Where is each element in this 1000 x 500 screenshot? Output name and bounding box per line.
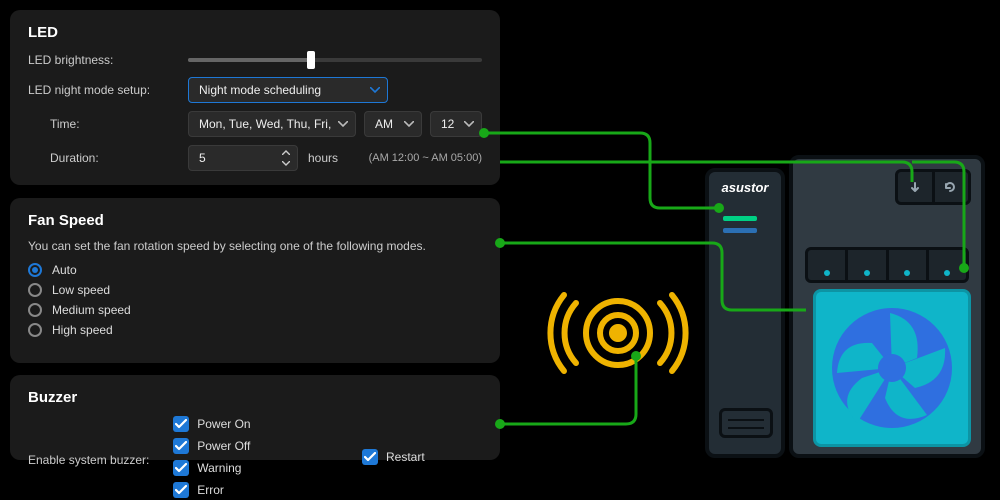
chevron-up-icon[interactable]: [279, 148, 293, 157]
fan-option-high-speed[interactable]: High speed: [28, 323, 482, 337]
fan-panel: Fan Speed You can set the fan rotation s…: [10, 198, 500, 363]
buzzer-enable-label: Enable system buzzer:: [28, 453, 173, 467]
buzzer-option-error[interactable]: Error: [173, 482, 293, 498]
fan-option-label: Low speed: [52, 283, 110, 297]
buzzer-option-power-on[interactable]: Power On: [173, 416, 293, 432]
led-brightness-slider[interactable]: [188, 51, 482, 69]
checkbox-icon: [173, 460, 189, 476]
chevron-down-icon: [464, 121, 474, 127]
fan-option-low-speed[interactable]: Low speed: [28, 283, 482, 297]
device-left-tower: asustor: [705, 168, 785, 458]
fan-option-medium-speed[interactable]: Medium speed: [28, 303, 482, 317]
led-panel: LED LED brightness: LED night mode setup…: [10, 10, 500, 185]
radio-icon: [28, 263, 42, 277]
led-nightmode-row: LED night mode setup: Night mode schedul…: [28, 77, 482, 103]
led-duration-label: Duration:: [28, 151, 188, 165]
buzzer-restart-wrap: Restart: [362, 449, 482, 471]
led-nightmode-label: LED night mode setup:: [28, 83, 188, 97]
led-brightness-label: LED brightness:: [28, 53, 188, 67]
device-led-blue: [723, 228, 757, 233]
device-fan: [813, 289, 971, 447]
fan-desc: You can set the fan rotation speed by se…: [28, 239, 482, 253]
ampm-value: AM: [375, 117, 393, 131]
buzzer-option-label: Power On: [197, 417, 250, 431]
buzzer-option-power-off[interactable]: Power Off: [173, 438, 293, 454]
days-value: Mon, Tue, Wed, Thu, Fri, Sat, Sun: [199, 117, 331, 131]
led-duration-row: Duration: 5 hours (AM 12:00 ~ AM 05:00): [28, 145, 482, 171]
device-vent: [719, 408, 773, 438]
device-top-buttons: [895, 169, 971, 205]
device-drive-bays: [805, 247, 969, 283]
led-time-label: Time:: [28, 117, 188, 131]
duration-stepper[interactable]: 5: [188, 145, 298, 171]
fan-title: Fan Speed: [28, 212, 482, 229]
radio-icon: [28, 283, 42, 297]
buzzer-option-label: Restart: [386, 450, 425, 464]
device-brand: asustor: [709, 180, 781, 195]
buzzer-title: Buzzer: [28, 389, 482, 406]
buzzer-option-restart[interactable]: Restart: [362, 449, 482, 465]
chevron-down-icon: [404, 121, 414, 127]
led-title: LED: [28, 24, 482, 41]
nas-device-illustration: asustor: [705, 155, 985, 465]
slider-fill: [188, 58, 311, 62]
duration-range: (AM 12:00 ~ AM 05:00): [369, 152, 482, 164]
led-brightness-row: LED brightness:: [28, 51, 482, 69]
chevron-down-icon[interactable]: [279, 159, 293, 168]
fan-option-auto[interactable]: Auto: [28, 263, 482, 277]
chevron-down-icon: [370, 87, 380, 93]
device-led-green: [723, 216, 757, 221]
fan-option-label: High speed: [52, 323, 113, 337]
duration-value: 5: [199, 151, 206, 165]
buzzer-option-label: Warning: [197, 461, 241, 475]
duration-unit: hours: [308, 151, 338, 165]
buzzer-panel: Buzzer Enable system buzzer: Power OnPow…: [10, 375, 500, 460]
night-mode-select[interactable]: Night mode scheduling: [188, 77, 388, 103]
device-right-tower: [789, 155, 985, 458]
checkbox-icon: [173, 438, 189, 454]
led-time-row: Time: Mon, Tue, Wed, Thu, Fri, Sat, Sun …: [28, 111, 482, 137]
fan-option-label: Medium speed: [52, 303, 131, 317]
buzzer-option-label: Power Off: [197, 439, 250, 453]
night-mode-value: Night mode scheduling: [199, 83, 321, 97]
ampm-select[interactable]: AM: [364, 111, 422, 137]
days-select[interactable]: Mon, Tue, Wed, Thu, Fri, Sat, Sun: [188, 111, 356, 137]
radio-icon: [28, 303, 42, 317]
checkbox-icon: [173, 482, 189, 498]
fan-option-label: Auto: [52, 263, 77, 277]
hour-select[interactable]: 12: [430, 111, 482, 137]
radio-icon: [28, 323, 42, 337]
buzzer-option-label: Error: [197, 483, 224, 497]
hour-value: 12: [441, 117, 454, 131]
checkbox-icon: [362, 449, 378, 465]
slider-thumb[interactable]: [307, 51, 315, 69]
checkbox-icon: [173, 416, 189, 432]
buzzer-option-warning[interactable]: Warning: [173, 460, 293, 476]
chevron-down-icon: [338, 121, 348, 127]
buzzer-sound-icon: [538, 278, 698, 388]
